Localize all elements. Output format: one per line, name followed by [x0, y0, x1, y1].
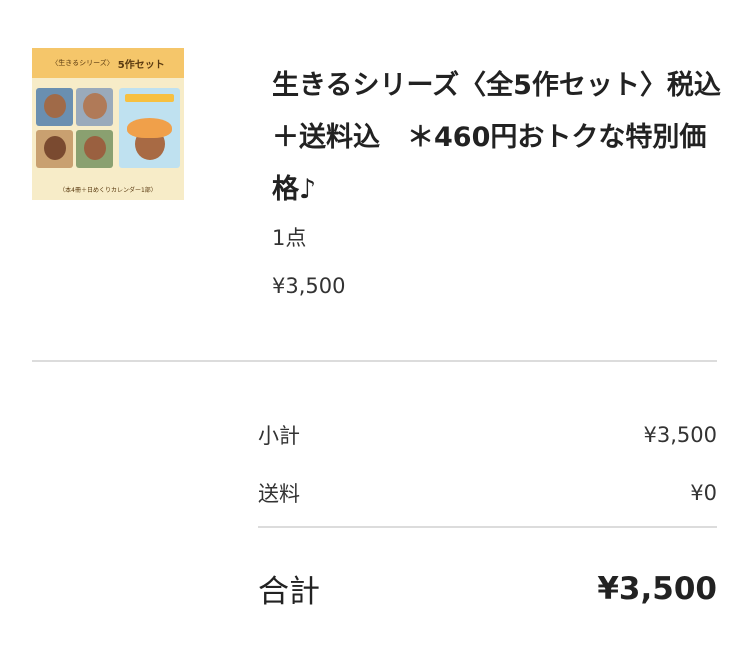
thumbnail-footer: （本4冊＋日めくりカレンダー1部） [59, 186, 157, 194]
thumbnail-series-label: 〈生きるシリーズ〉 [51, 59, 114, 67]
thumbnail-set-label: 5作セット [117, 59, 165, 71]
subtotal-value: ¥3,500 [643, 423, 717, 447]
product-price: ¥3,500 [272, 274, 346, 298]
summary-divider [258, 526, 717, 528]
section-divider [32, 360, 717, 362]
product-thumbnail[interactable]: 〈生きるシリーズ〉 5作セット （本4冊＋日めくりカレンダー1部） [32, 48, 184, 200]
total-value: ¥3,500 [597, 570, 717, 607]
product-title[interactable]: 生きるシリーズ〈全5作セット〉税込＋送料込 ＊460円おトクな特別価格♪ [272, 60, 722, 216]
total-label: 合計 [258, 574, 320, 610]
calendar-title-strip [125, 94, 174, 102]
straw-hat-shape [127, 118, 172, 138]
book-cover-photo [36, 88, 73, 126]
book-cover-photo [36, 130, 73, 168]
book-cover-photo [76, 130, 113, 168]
subtotal-label: 小計 [258, 424, 300, 448]
shipping-row: 送料 ¥0 [258, 478, 717, 508]
total-row: 合計 ¥3,500 [258, 566, 717, 611]
book-cover-photo [76, 88, 113, 126]
subtotal-row: 小計 ¥3,500 [258, 420, 717, 450]
shipping-value: ¥0 [690, 481, 717, 505]
calendar-cover-photo [119, 88, 180, 168]
product-quantity: 1点 [272, 226, 307, 250]
thumbnail-header: 〈生きるシリーズ〉 5作セット [32, 48, 184, 78]
shipping-label: 送料 [258, 482, 300, 506]
